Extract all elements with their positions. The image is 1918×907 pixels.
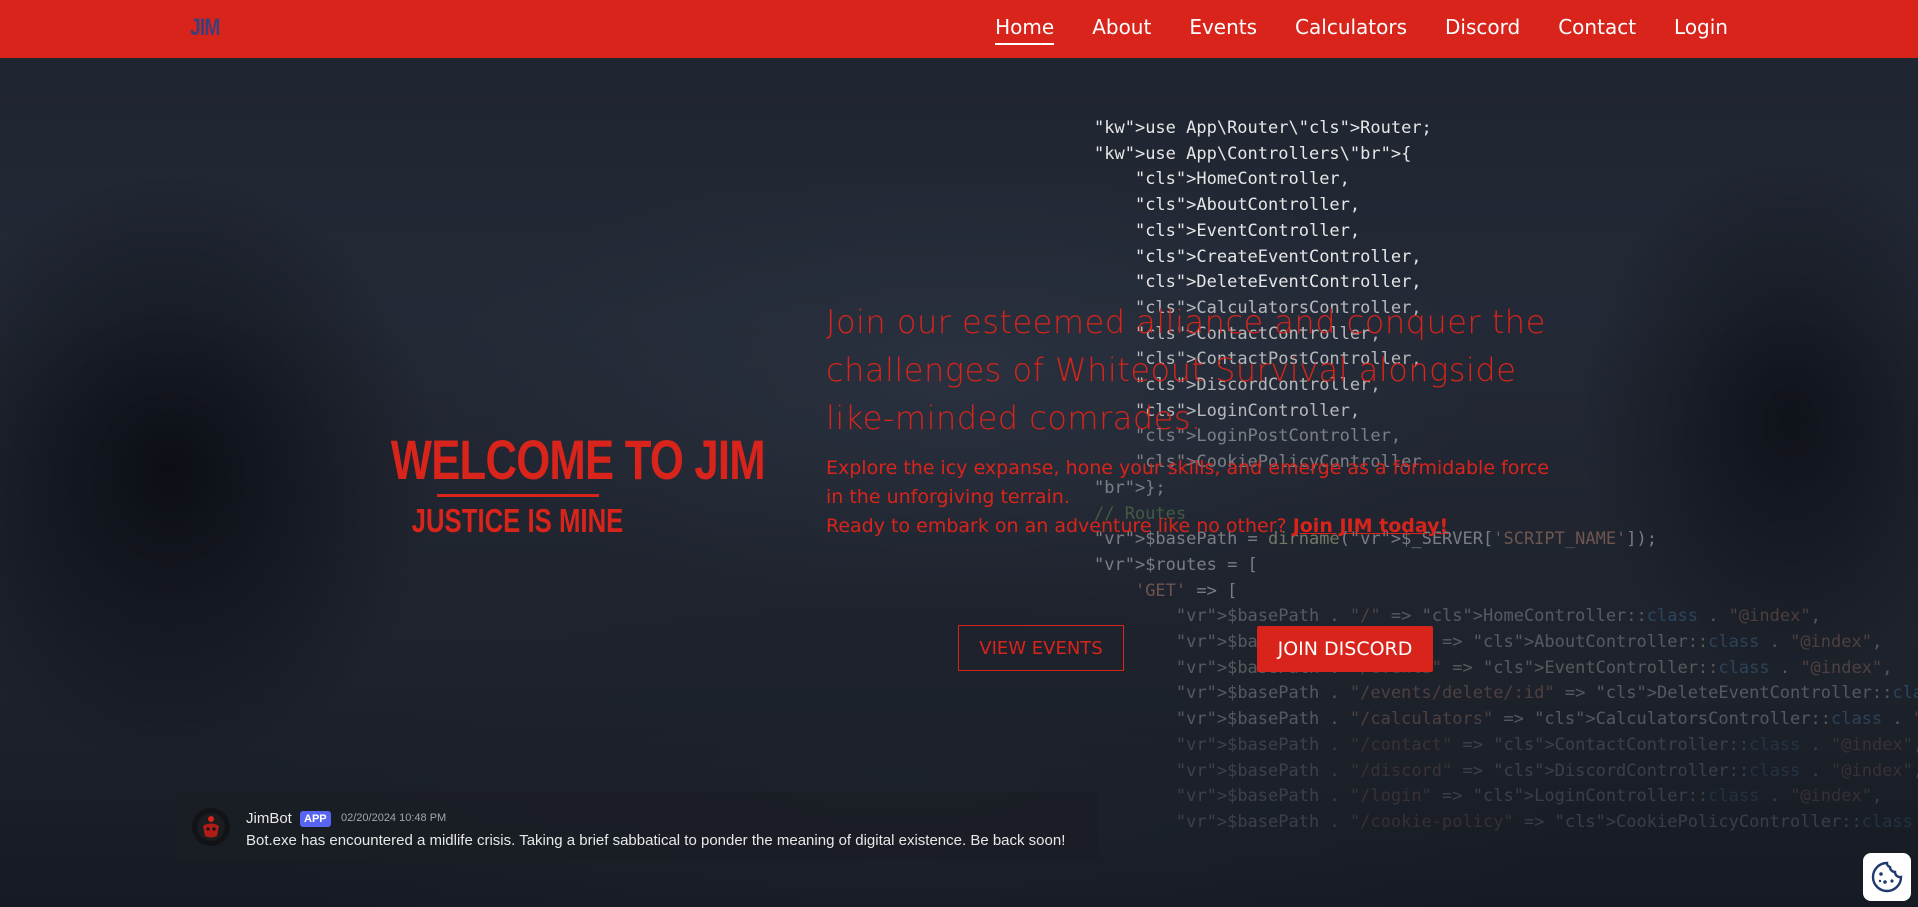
bot-app-badge: APP	[300, 811, 331, 827]
code-line: "vr">$basePath . "/calculators" => "cls"…	[1175, 709, 1918, 730]
code-line: "cls">AboutController,	[1134, 195, 1361, 216]
code-line: "vr">$basePath . "/login" => "cls">Login…	[1175, 786, 1883, 807]
code-line: "vr">$basePath . "/" => "cls">HomeContro…	[1175, 606, 1821, 627]
join-jim-link[interactable]: Join JIM today!	[1293, 515, 1448, 537]
hero-section: Join our esteemed alliance and conquer t…	[826, 298, 1566, 541]
nav-link-calculators[interactable]: Calculators	[1295, 15, 1407, 43]
code-line: "cls">DeleteEventController,	[1134, 272, 1422, 293]
code-line: "cls">HomeController,	[1134, 169, 1350, 190]
bot-avatar-icon	[192, 808, 230, 846]
code-line: "cls">EventController,	[1134, 220, 1361, 241]
welcome-block: WELCOME TO JIM JUSTICE IS MINE	[355, 428, 766, 539]
code-line: "vr">$basePath . "/contact" => "cls">Con…	[1175, 734, 1918, 755]
nav-link-events[interactable]: Events	[1189, 15, 1257, 43]
welcome-divider	[436, 494, 599, 497]
nav-link-about[interactable]: About	[1092, 15, 1151, 43]
join-discord-button[interactable]: JOIN DISCORD	[1257, 626, 1433, 672]
hero-heading: Join our esteemed alliance and conquer t…	[826, 303, 1546, 437]
nav-link-discord[interactable]: Discord	[1445, 15, 1520, 43]
code-line: "vr">$routes = [	[1094, 554, 1258, 575]
code-line: "vr">$basePath . "/events/delete/:id" =>…	[1175, 683, 1918, 704]
code-line: "kw">use App\Controllers\"br">{	[1094, 143, 1412, 164]
bot-timestamp: 02/20/2024 10:48 PM	[341, 812, 447, 824]
site-logo[interactable]: JIM	[190, 14, 220, 42]
navbar: JIM Home About Events Calculators Discor…	[0, 0, 1918, 58]
code-line: 'GET' => [	[1134, 580, 1238, 601]
welcome-title: WELCOME TO JIM	[390, 428, 766, 491]
nav-links: Home About Events Calculators Discord Co…	[995, 0, 1728, 58]
hero-paragraph: Explore the icy expanse, hone your skill…	[826, 457, 1549, 508]
nav-link-home[interactable]: Home	[995, 15, 1055, 45]
bot-name: JimBot	[246, 810, 292, 827]
code-line: "vr">$basePath . "/events" => "cls">Even…	[1175, 657, 1893, 678]
nav-link-login[interactable]: Login	[1674, 15, 1728, 43]
code-line: "cls">CreateEventController,	[1134, 246, 1422, 267]
bot-message-text: Bot.exe has encountered a midlife crisis…	[246, 832, 1066, 849]
cookie-settings-button[interactable]	[1863, 853, 1911, 901]
view-events-button[interactable]: VIEW EVENTS	[958, 625, 1124, 671]
code-line: "vr">$basePath . "/discord" => "cls">Dis…	[1175, 760, 1918, 781]
code-line: "vr">$basePath . "/about" => "cls">About…	[1175, 632, 1883, 653]
cookie-icon	[1871, 861, 1903, 893]
hero-cta-text: Ready to embark on an adventure like no …	[826, 515, 1293, 537]
nav-link-contact[interactable]: Contact	[1558, 15, 1636, 43]
code-line: "vr">$basePath . "/cookie-policy" => "cl…	[1175, 811, 1913, 832]
welcome-subtitle: JUSTICE IS MINE	[411, 502, 624, 539]
code-line: "kw">use App\Router\"cls">Router;	[1094, 118, 1432, 138]
bot-status-message: JimBot APP 02/20/2024 10:48 PM Bot.exe h…	[178, 792, 1098, 860]
hero-cta-line: Ready to embark on an adventure like no …	[826, 512, 1566, 541]
